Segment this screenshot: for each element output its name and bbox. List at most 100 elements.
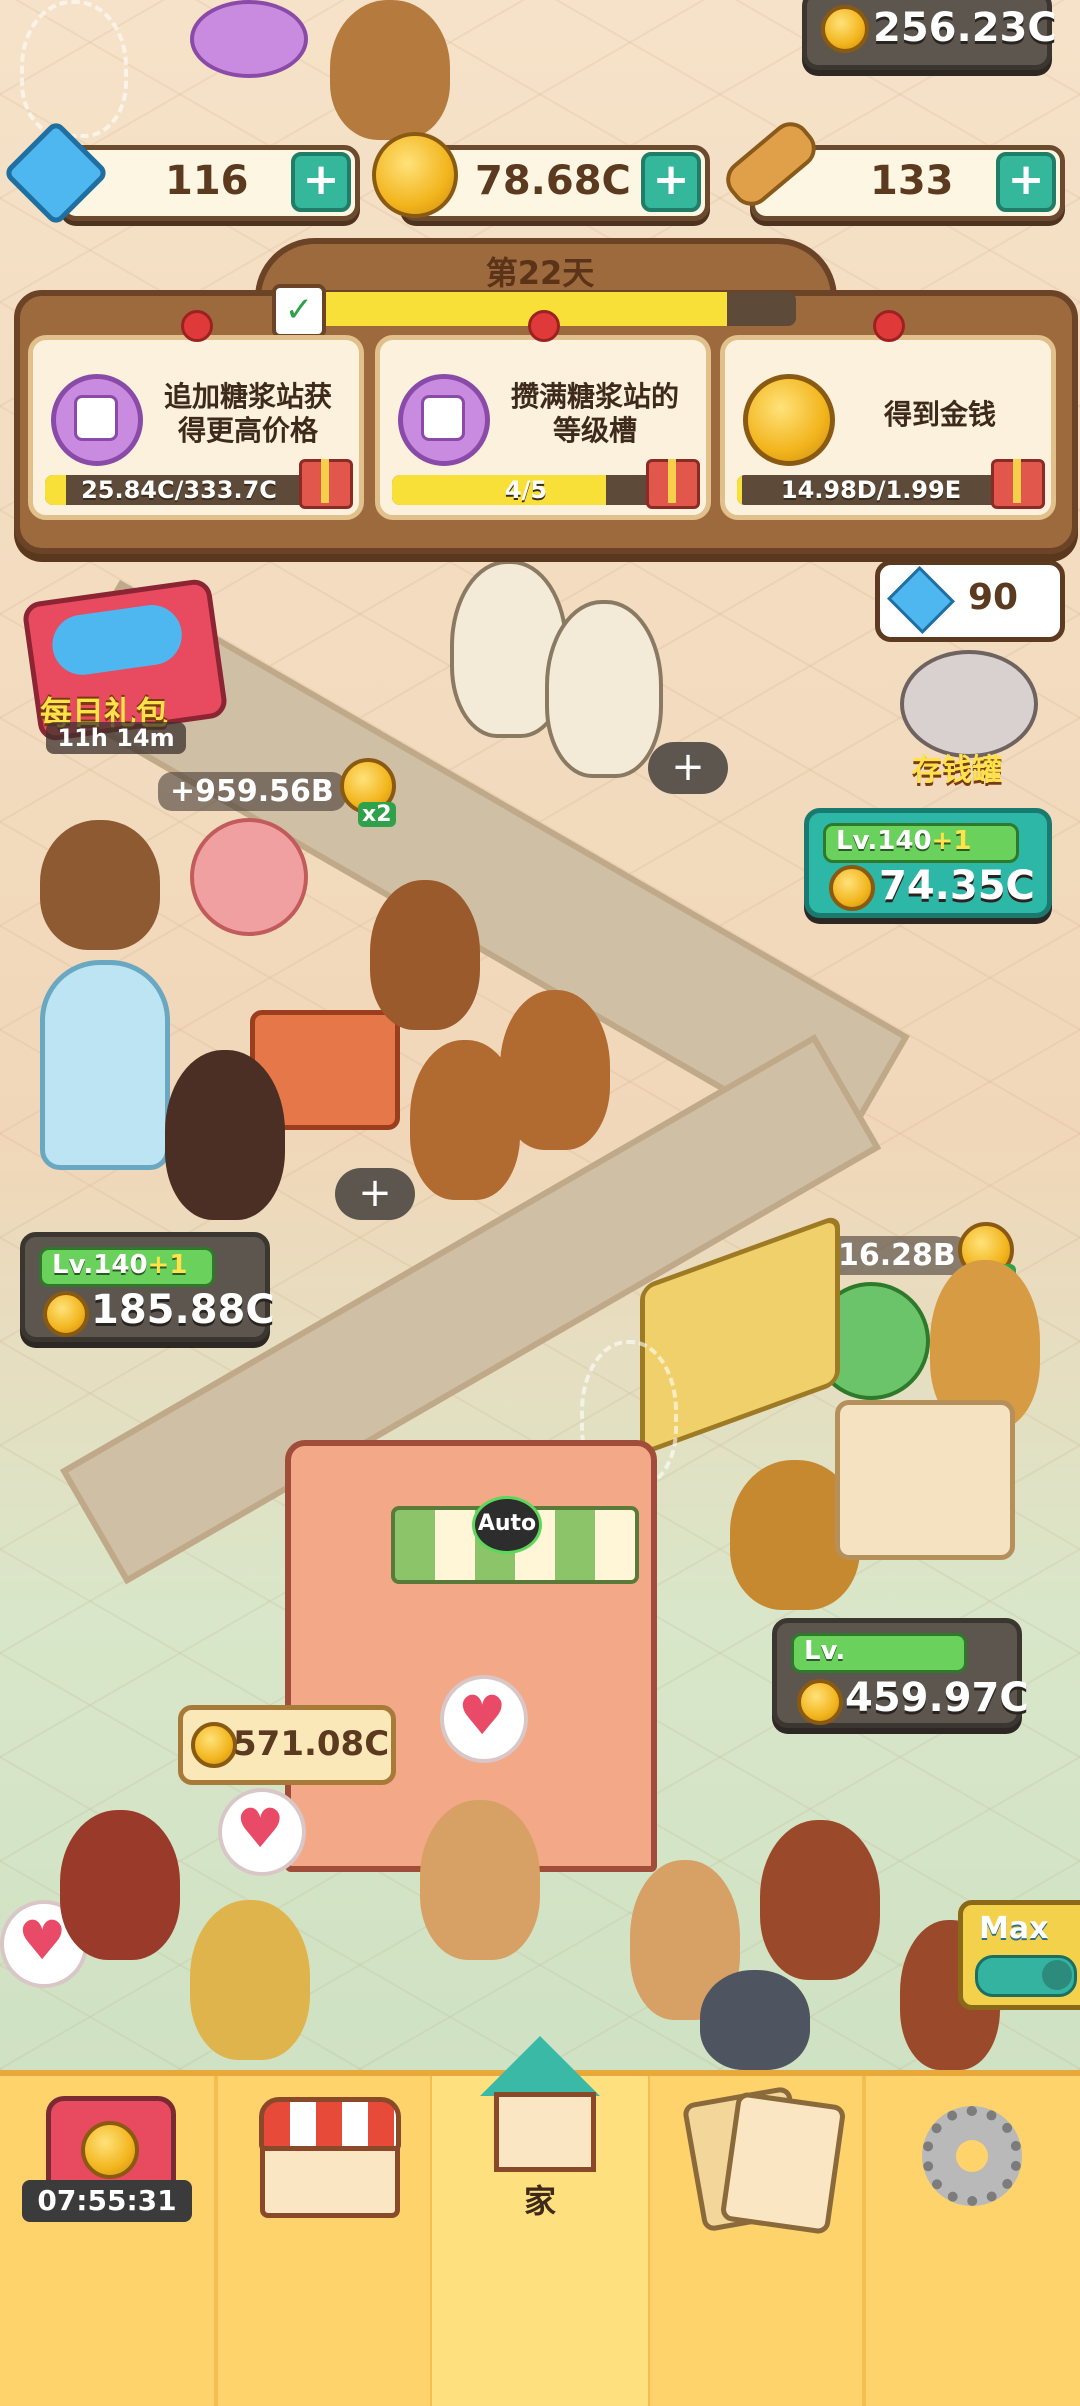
task-progress-label: 14.98D/1.99E [780,476,962,504]
heart-icon: ♥ [458,1684,507,1747]
gift-icon [299,459,353,509]
day-progress-fill [300,292,727,326]
level-text: Lv. [804,1636,846,1666]
add-worker-button[interactable]: + [648,742,728,794]
bones-value: 133 [870,158,954,204]
coin-icon [829,865,875,911]
dog-customer [60,1810,180,1960]
level-text: Lv.140 [836,826,932,856]
nav-tv-ads[interactable] [0,2076,216,2406]
pin-icon [528,310,560,342]
day-title: 第22天 [485,254,595,292]
cookie-station-bubble[interactable] [190,818,308,936]
task-card-3[interactable]: 得到金钱 14.98D/1.99E [720,310,1056,520]
gumball-machine[interactable] [40,960,170,1170]
max-toggle[interactable]: Max [958,1900,1080,2010]
shop-icon [259,2097,401,2218]
dog-customer [545,600,663,778]
max-label: Max [979,1911,1049,1946]
dog-worker [370,880,480,1030]
dog-customer [190,1900,310,2060]
gift-icon [646,459,700,509]
earning-float: +959.56B [158,772,346,811]
add-worker-button[interactable]: + [335,1168,415,1220]
coffee-machine[interactable] [835,1400,1015,1560]
task-progress-bar: 4/5 [392,475,660,505]
coin-icon [372,132,458,218]
coin-icon [821,5,869,53]
coin-icon [191,1722,237,1768]
checklist-icon: ✓ [272,284,326,338]
station-money: 459.97C [845,1675,1029,1721]
nav-cards[interactable] [648,2076,864,2406]
pin-icon [181,310,213,342]
gem-icon [887,566,955,634]
dog-customer [760,1820,880,1980]
coins-value: 78.68C [475,158,631,204]
level-badge: Lv. [791,1633,967,1673]
piggy-bank-label: 存钱罐 [912,753,1002,788]
cashier-money: 571.08C [233,1724,390,1764]
task-progress-label: 25.84C/333.7C [81,476,277,504]
money-plate-top[interactable]: 256.23C [802,0,1057,70]
gear-icon [922,2106,1022,2206]
pin-icon [873,310,905,342]
shop-awning [259,2097,401,2151]
add-gems-button[interactable]: + [291,152,351,212]
gift-icon [991,459,1045,509]
coin-icon [797,1679,843,1725]
heart-icon: ♥ [236,1797,285,1860]
station-plate-2[interactable]: Lv.140+1 185.88C [20,1232,275,1342]
empty-worker-slot[interactable] [20,0,128,138]
piggy-bank-icon[interactable] [900,650,1038,758]
dog-worker [165,1050,285,1220]
task-description: 攒满糖浆站的 等级槽 [510,380,679,447]
heart-icon: ♥ [18,1909,67,1972]
level-text: Lv.140 [52,1250,148,1280]
home-roof [480,2036,600,2096]
gems-counter: 116 + [60,145,360,221]
station-plate-1[interactable]: Lv.140+1 74.35C [804,808,1052,918]
station-plate-3[interactable]: Lv. 459.97C [772,1618,1029,1728]
task-description: 追加糖浆站获 得更高价格 [163,380,332,447]
syrup-station-bubble[interactable] [190,0,308,78]
bottom-nav: 家 [0,2036,1080,2406]
gear-hole [956,2140,988,2172]
gems-value: 116 [165,158,249,204]
money-value: 256.23C [873,5,1057,51]
level-bonus: +1 [931,826,972,856]
task-description: 得到金钱 [883,398,996,431]
station-money: 74.35C [879,863,1035,909]
task-card-1[interactable]: 追加糖浆站获 得更高价格 25.84C/333.7C [28,310,364,520]
dog-worker-top [330,0,450,140]
card-icon [719,2090,847,2236]
task-progress-bar: 14.98D/1.99E [737,475,1005,505]
level-bonus: +1 [147,1250,188,1280]
nav-home[interactable]: 家 [432,2036,648,2406]
ad-timer: 07:55:31 [22,2180,192,2222]
task-progress-bar: 25.84C/333.7C [45,475,313,505]
nav-settings[interactable] [864,2076,1080,2406]
auto-button[interactable]: Auto [472,1496,542,1554]
gift-contents [48,601,186,679]
max-switch[interactable] [975,1955,1077,1997]
syrup-jar-icon [51,374,143,466]
coin-icon [743,374,835,466]
multiplier-badge: x2 [358,802,396,827]
nav-shop[interactable] [216,2076,432,2406]
add-coins-button[interactable]: + [641,152,701,212]
nav-home-label: 家 [523,2182,556,2220]
task-card-2[interactable]: 攒满糖浆站的 等级槽 4/5 [375,310,711,520]
add-bones-button[interactable]: + [996,152,1056,212]
dog-customer [700,1970,810,2070]
cashier-money-bubble[interactable]: 571.08C [178,1705,396,1785]
switch-knob [1042,1960,1072,1990]
dog-customer [420,1800,540,1960]
heart-bubble: ♥ [440,1675,528,1763]
heart-bubble: ♥ [218,1788,306,1876]
coin-icon [43,1291,89,1337]
piggy-bank-bubble[interactable]: 90 [875,560,1065,642]
coin-icon [81,2121,139,2179]
dog-customer [500,990,610,1150]
level-badge: Lv.140+1 [39,1247,215,1287]
